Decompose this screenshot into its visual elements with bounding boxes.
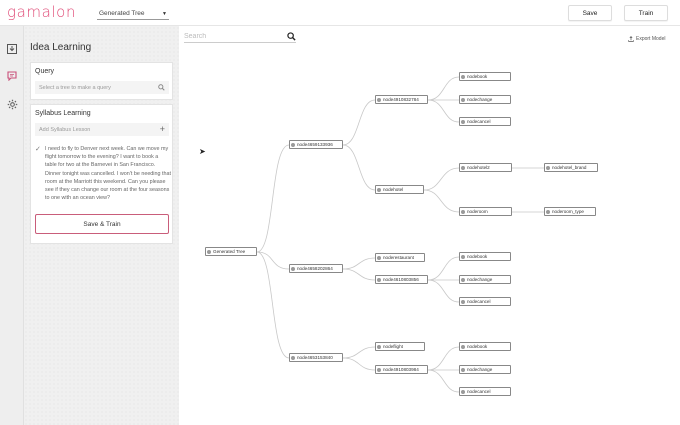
node-dot — [461, 390, 465, 394]
node-dot — [377, 188, 381, 192]
tree-node[interactable]: node4658202864 — [289, 264, 343, 273]
node-label: nodehotel_brand — [552, 165, 587, 170]
node-dot — [377, 256, 381, 260]
node-label: node4910803984 — [383, 367, 419, 372]
tree-node[interactable]: nodechange — [459, 365, 511, 374]
tree-node[interactable]: nodecancel — [459, 297, 511, 306]
node-dot — [546, 166, 550, 170]
tree-node[interactable]: noderestaurant — [375, 253, 425, 262]
tree-node[interactable]: node4910803984 — [375, 365, 428, 374]
node-label: noderoom — [467, 209, 488, 214]
node-label: nodecancel — [467, 299, 491, 304]
tree-node[interactable]: nodecancel — [459, 117, 511, 126]
node-label: node4659133936 — [297, 142, 333, 147]
node-label: node4653153840 — [297, 355, 333, 360]
node-label: nodehotel — [383, 187, 404, 192]
node-label: nodechange — [467, 367, 493, 372]
node-dot — [461, 120, 465, 124]
node-dot — [461, 278, 465, 282]
node-dot — [461, 75, 465, 79]
tree-node[interactable]: nodeflight — [375, 342, 425, 351]
tree-node[interactable]: nodebook — [459, 72, 511, 81]
node-dot — [377, 345, 381, 349]
node-dot — [546, 210, 550, 214]
tree-node[interactable]: node4653153840 — [289, 353, 343, 362]
node-dot — [461, 98, 465, 102]
node-dot — [291, 267, 295, 271]
node-label: nodechange — [467, 97, 493, 102]
node-dot — [461, 166, 465, 170]
tree-node[interactable]: nodebook — [459, 252, 511, 261]
node-dot — [377, 278, 381, 282]
node-dot — [291, 356, 295, 360]
tree-node[interactable]: noderoom — [459, 207, 512, 216]
node-dot — [377, 98, 381, 102]
node-label: node4658202864 — [297, 266, 333, 271]
node-label: noderestaurant — [383, 255, 414, 260]
node-label: nodebook — [467, 344, 488, 349]
node-label: Generated Tree — [213, 249, 246, 254]
node-label: noderoom_type — [552, 209, 584, 214]
tree-node[interactable]: nodechange — [459, 95, 511, 104]
tree-node-root[interactable]: Generated Tree — [205, 247, 257, 256]
node-dot — [377, 368, 381, 372]
node-dot — [461, 300, 465, 304]
node-dot — [207, 250, 211, 254]
node-label: node4910832784 — [383, 97, 419, 102]
node-label: nodehotel2 — [467, 165, 490, 170]
node-label: nodeflight — [383, 344, 403, 349]
tree-node[interactable]: nodehotel_brand — [544, 163, 598, 172]
node-dot — [461, 210, 465, 214]
tree-node[interactable]: noderoom_type — [544, 207, 596, 216]
tree-node[interactable]: nodebook — [459, 342, 511, 351]
tree-node[interactable]: node4659133936 — [289, 140, 343, 149]
node-dot — [461, 368, 465, 372]
tree-node[interactable]: nodehotel — [375, 185, 424, 194]
node-label: nodebook — [467, 254, 488, 259]
tree-node[interactable]: node4910832784 — [375, 95, 428, 104]
tree-node[interactable]: nodecancel — [459, 387, 511, 396]
tree-node[interactable]: nodechange — [459, 275, 511, 284]
node-label: nodebook — [467, 74, 488, 79]
node-dot — [461, 345, 465, 349]
node-label: nodecancel — [467, 119, 491, 124]
mouse-cursor-icon: ➤ — [199, 147, 206, 156]
node-dot — [461, 255, 465, 259]
node-label: nodecancel — [467, 389, 491, 394]
node-label: node4610803856 — [383, 277, 419, 282]
tree-node[interactable]: node4610803856 — [375, 275, 428, 284]
node-dot — [291, 143, 295, 147]
tree-node[interactable]: nodehotel2 — [459, 163, 512, 172]
node-label: nodechange — [467, 277, 493, 282]
